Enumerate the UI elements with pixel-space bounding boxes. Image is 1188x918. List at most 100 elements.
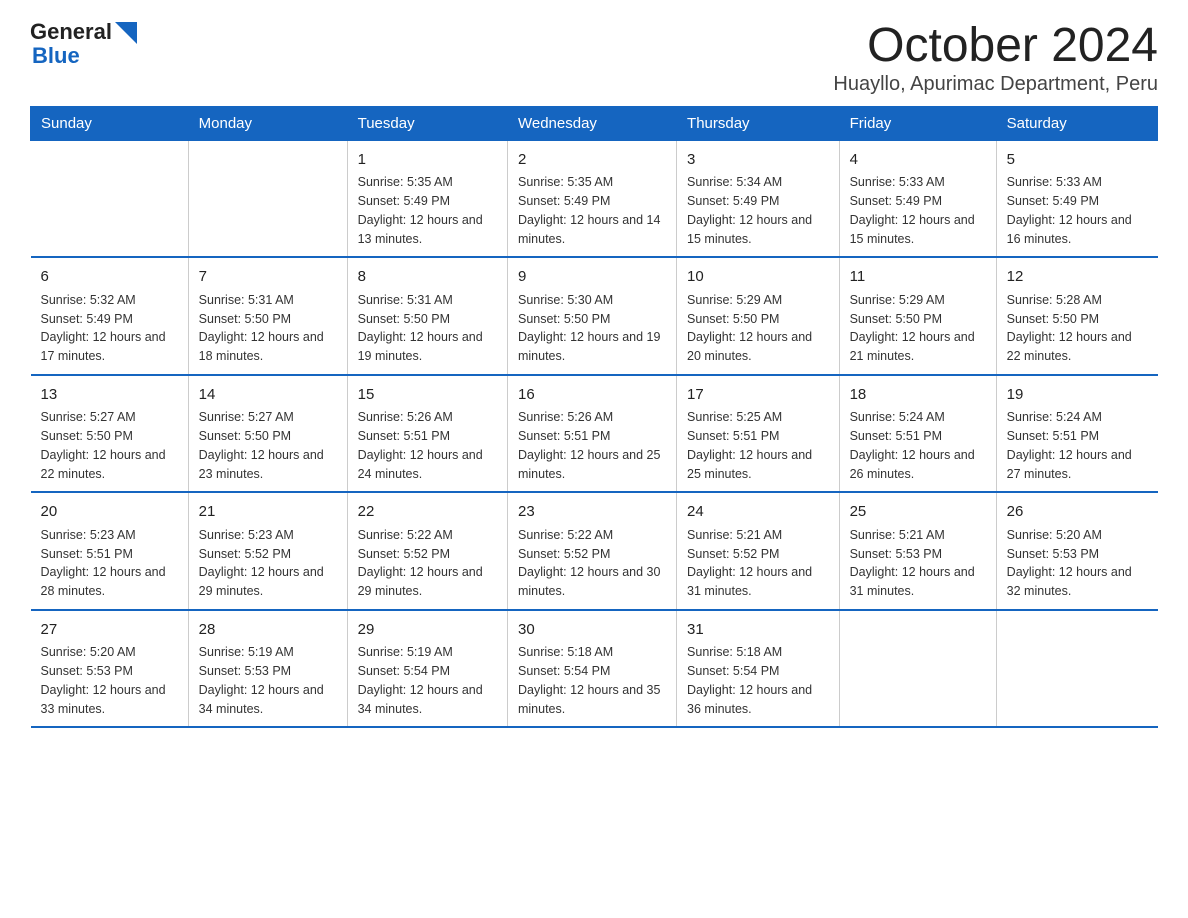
calendar-cell: 31Sunrise: 5:18 AMSunset: 5:54 PMDayligh…: [677, 610, 840, 728]
day-info: Sunrise: 5:22 AMSunset: 5:52 PMDaylight:…: [358, 526, 497, 601]
day-number: 20: [41, 501, 178, 524]
day-info: Sunrise: 5:24 AMSunset: 5:51 PMDaylight:…: [1007, 408, 1148, 483]
calendar-cell: 20Sunrise: 5:23 AMSunset: 5:51 PMDayligh…: [31, 492, 189, 610]
calendar-cell: 25Sunrise: 5:21 AMSunset: 5:53 PMDayligh…: [839, 492, 996, 610]
day-number: 2: [518, 149, 666, 172]
calendar-cell: 9Sunrise: 5:30 AMSunset: 5:50 PMDaylight…: [507, 257, 676, 375]
day-info: Sunrise: 5:35 AMSunset: 5:49 PMDaylight:…: [518, 173, 666, 248]
logo: General Blue: [30, 20, 137, 68]
day-info: Sunrise: 5:23 AMSunset: 5:51 PMDaylight:…: [41, 526, 178, 601]
calendar-cell: 19Sunrise: 5:24 AMSunset: 5:51 PMDayligh…: [996, 375, 1157, 493]
day-info: Sunrise: 5:31 AMSunset: 5:50 PMDaylight:…: [199, 291, 337, 366]
calendar-cell: 2Sunrise: 5:35 AMSunset: 5:49 PMDaylight…: [507, 140, 676, 257]
calendar-cell: 23Sunrise: 5:22 AMSunset: 5:52 PMDayligh…: [507, 492, 676, 610]
calendar-cell: 24Sunrise: 5:21 AMSunset: 5:52 PMDayligh…: [677, 492, 840, 610]
day-info: Sunrise: 5:27 AMSunset: 5:50 PMDaylight:…: [199, 408, 337, 483]
day-info: Sunrise: 5:26 AMSunset: 5:51 PMDaylight:…: [518, 408, 666, 483]
day-info: Sunrise: 5:21 AMSunset: 5:52 PMDaylight:…: [687, 526, 829, 601]
calendar-cell: 17Sunrise: 5:25 AMSunset: 5:51 PMDayligh…: [677, 375, 840, 493]
day-info: Sunrise: 5:21 AMSunset: 5:53 PMDaylight:…: [850, 526, 986, 601]
day-number: 28: [199, 619, 337, 642]
day-number: 16: [518, 384, 666, 407]
day-number: 19: [1007, 384, 1148, 407]
title-block: October 2024 Huayllo, Apurimac Departmen…: [833, 20, 1158, 96]
day-number: 18: [850, 384, 986, 407]
day-number: 22: [358, 501, 497, 524]
logo-blue: Blue: [32, 44, 137, 68]
day-number: 10: [687, 266, 829, 289]
day-info: Sunrise: 5:19 AMSunset: 5:53 PMDaylight:…: [199, 643, 337, 718]
calendar-cell: 15Sunrise: 5:26 AMSunset: 5:51 PMDayligh…: [347, 375, 507, 493]
day-number: 14: [199, 384, 337, 407]
day-number: 3: [687, 149, 829, 172]
day-info: Sunrise: 5:32 AMSunset: 5:49 PMDaylight:…: [41, 291, 178, 366]
calendar-table: SundayMondayTuesdayWednesdayThursdayFrid…: [30, 106, 1158, 729]
week-row-4: 20Sunrise: 5:23 AMSunset: 5:51 PMDayligh…: [31, 492, 1158, 610]
calendar-cell: 7Sunrise: 5:31 AMSunset: 5:50 PMDaylight…: [188, 257, 347, 375]
calendar-cell: [188, 140, 347, 257]
day-number: 24: [687, 501, 829, 524]
calendar-cell: 12Sunrise: 5:28 AMSunset: 5:50 PMDayligh…: [996, 257, 1157, 375]
calendar-cell: 13Sunrise: 5:27 AMSunset: 5:50 PMDayligh…: [31, 375, 189, 493]
calendar-cell: 1Sunrise: 5:35 AMSunset: 5:49 PMDaylight…: [347, 140, 507, 257]
calendar-cell: 16Sunrise: 5:26 AMSunset: 5:51 PMDayligh…: [507, 375, 676, 493]
day-number: 9: [518, 266, 666, 289]
day-number: 25: [850, 501, 986, 524]
week-row-3: 13Sunrise: 5:27 AMSunset: 5:50 PMDayligh…: [31, 375, 1158, 493]
day-info: Sunrise: 5:26 AMSunset: 5:51 PMDaylight:…: [358, 408, 497, 483]
page-subtitle: Huayllo, Apurimac Department, Peru: [833, 73, 1158, 96]
header-thursday: Thursday: [677, 106, 840, 140]
calendar-cell: 14Sunrise: 5:27 AMSunset: 5:50 PMDayligh…: [188, 375, 347, 493]
calendar-cell: 26Sunrise: 5:20 AMSunset: 5:53 PMDayligh…: [996, 492, 1157, 610]
calendar-cell: 30Sunrise: 5:18 AMSunset: 5:54 PMDayligh…: [507, 610, 676, 728]
day-info: Sunrise: 5:22 AMSunset: 5:52 PMDaylight:…: [518, 526, 666, 601]
day-number: 7: [199, 266, 337, 289]
calendar-cell: 27Sunrise: 5:20 AMSunset: 5:53 PMDayligh…: [31, 610, 189, 728]
day-info: Sunrise: 5:31 AMSunset: 5:50 PMDaylight:…: [358, 291, 497, 366]
day-number: 6: [41, 266, 178, 289]
day-number: 11: [850, 266, 986, 289]
calendar-cell: 11Sunrise: 5:29 AMSunset: 5:50 PMDayligh…: [839, 257, 996, 375]
day-info: Sunrise: 5:35 AMSunset: 5:49 PMDaylight:…: [358, 173, 497, 248]
day-info: Sunrise: 5:28 AMSunset: 5:50 PMDaylight:…: [1007, 291, 1148, 366]
day-number: 30: [518, 619, 666, 642]
day-info: Sunrise: 5:27 AMSunset: 5:50 PMDaylight:…: [41, 408, 178, 483]
calendar-cell: 8Sunrise: 5:31 AMSunset: 5:50 PMDaylight…: [347, 257, 507, 375]
day-number: 31: [687, 619, 829, 642]
header-sunday: Sunday: [31, 106, 189, 140]
day-info: Sunrise: 5:30 AMSunset: 5:50 PMDaylight:…: [518, 291, 666, 366]
week-row-5: 27Sunrise: 5:20 AMSunset: 5:53 PMDayligh…: [31, 610, 1158, 728]
calendar-cell: 28Sunrise: 5:19 AMSunset: 5:53 PMDayligh…: [188, 610, 347, 728]
day-info: Sunrise: 5:29 AMSunset: 5:50 PMDaylight:…: [850, 291, 986, 366]
day-number: 1: [358, 149, 497, 172]
day-info: Sunrise: 5:25 AMSunset: 5:51 PMDaylight:…: [687, 408, 829, 483]
day-info: Sunrise: 5:20 AMSunset: 5:53 PMDaylight:…: [41, 643, 178, 718]
calendar-cell: 6Sunrise: 5:32 AMSunset: 5:49 PMDaylight…: [31, 257, 189, 375]
day-number: 21: [199, 501, 337, 524]
week-row-1: 1Sunrise: 5:35 AMSunset: 5:49 PMDaylight…: [31, 140, 1158, 257]
header-monday: Monday: [188, 106, 347, 140]
logo-triangle-icon: [115, 22, 137, 44]
header-tuesday: Tuesday: [347, 106, 507, 140]
calendar-cell: [31, 140, 189, 257]
day-info: Sunrise: 5:24 AMSunset: 5:51 PMDaylight:…: [850, 408, 986, 483]
day-info: Sunrise: 5:33 AMSunset: 5:49 PMDaylight:…: [850, 173, 986, 248]
header-saturday: Saturday: [996, 106, 1157, 140]
calendar-cell: 5Sunrise: 5:33 AMSunset: 5:49 PMDaylight…: [996, 140, 1157, 257]
day-number: 15: [358, 384, 497, 407]
day-number: 4: [850, 149, 986, 172]
calendar-cell: 22Sunrise: 5:22 AMSunset: 5:52 PMDayligh…: [347, 492, 507, 610]
calendar-cell: [839, 610, 996, 728]
calendar-cell: 21Sunrise: 5:23 AMSunset: 5:52 PMDayligh…: [188, 492, 347, 610]
day-info: Sunrise: 5:19 AMSunset: 5:54 PMDaylight:…: [358, 643, 497, 718]
day-number: 26: [1007, 501, 1148, 524]
calendar-cell: 10Sunrise: 5:29 AMSunset: 5:50 PMDayligh…: [677, 257, 840, 375]
day-info: Sunrise: 5:29 AMSunset: 5:50 PMDaylight:…: [687, 291, 829, 366]
day-number: 5: [1007, 149, 1148, 172]
header-friday: Friday: [839, 106, 996, 140]
day-info: Sunrise: 5:33 AMSunset: 5:49 PMDaylight:…: [1007, 173, 1148, 248]
day-number: 13: [41, 384, 178, 407]
logo-general: General: [30, 20, 112, 44]
header-wednesday: Wednesday: [507, 106, 676, 140]
day-number: 23: [518, 501, 666, 524]
